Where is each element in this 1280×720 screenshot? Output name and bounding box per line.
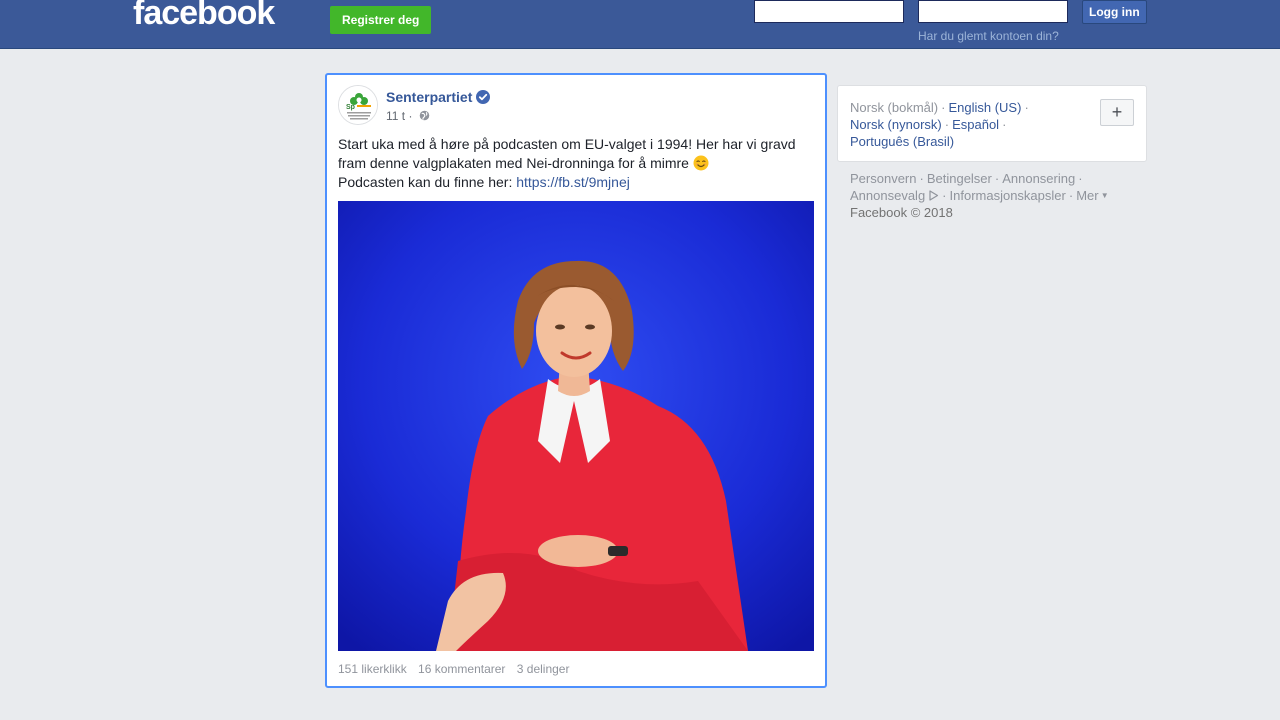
campaign-poster-image [338,201,814,651]
language-selector: Norsk (bokmål) · English (US) · Norsk (nyno… [837,85,1147,162]
engagement-stats: 151 likerklikk 16 kommentarer 3 delinger [338,662,577,676]
footer-link-ad-choices[interactable]: Annonsevalg [850,188,925,203]
language-current: Norsk (bokmål) [850,100,939,115]
globe-icon[interactable] [419,110,430,121]
podcast-link[interactable]: https://fb.st/9mjnej [516,174,630,190]
post-author-name[interactable]: Senterpartiet [386,89,472,105]
language-list: Norsk (bokmål) · English (US) · Norsk (nyno… [850,99,1080,150]
password-input[interactable] [918,0,1068,23]
footer-link-privacy[interactable]: Personvern [850,171,916,186]
forgot-account-link[interactable]: Har du glemt kontoen din? [918,29,1059,43]
meta-separator: · [405,109,416,123]
footer-links: Personvern · Betingelser · Annonsering · Anno… [850,170,1140,221]
podcast-text: Podcasten kan du finne her: [338,174,517,190]
smiling-face-emoji-icon [693,155,709,171]
separator: · [1002,117,1007,132]
verified-badge-icon [476,90,490,104]
facebook-logo[interactable]: facebook [133,0,275,33]
post-card: Sp Senterpartiet 11 t · Start uka med å … [325,73,827,688]
separator: · [941,100,946,115]
separator: · [919,171,924,186]
caret-down-icon[interactable]: ▼ [1099,191,1109,200]
post-timestamp[interactable]: 11 t [386,109,405,123]
senterpartiet-logo-icon: Sp [339,86,377,124]
svg-text:Sp: Sp [346,104,355,111]
post-text: Start uka med å høre på podcasten om EU-… [338,135,818,192]
likes-count[interactable]: 151 likerklikk [338,662,407,676]
footer-link-more[interactable]: Mer [1076,188,1098,203]
language-english-us[interactable]: English (US) [948,100,1021,115]
language-espanol[interactable]: Español [952,117,999,132]
language-portugues-brasil[interactable]: Português (Brasil) [850,134,954,149]
separator: · [1024,100,1029,115]
separator: · [994,171,1000,186]
register-button[interactable]: Registrer deg [330,6,432,34]
email-input[interactable] [754,0,904,23]
footer-link-terms[interactable]: Betingelser [927,171,992,186]
post-meta: 11 t · [386,109,430,123]
separator: · [1078,171,1083,186]
ad-choices-icon[interactable] [928,190,939,201]
add-language-button[interactable]: + [1100,99,1134,126]
copyright-text: Facebook © 2018 [850,205,953,220]
separator: · [944,117,950,132]
top-navigation-bar: facebook Registrer deg Logg inn Har du g… [0,0,1280,49]
post-text-body: Start uka med å høre på podcasten om EU-… [338,136,796,171]
shares-count[interactable]: 3 delinger [517,662,570,676]
separator: · [1068,188,1074,203]
post-photo[interactable] [338,201,814,651]
footer-link-advertising[interactable]: Annonsering [1002,171,1075,186]
login-button[interactable]: Logg inn [1082,0,1147,24]
footer-link-cookies[interactable]: Informasjonskapsler [950,188,1066,203]
comments-count[interactable]: 16 kommentarer [418,662,505,676]
separator: · [942,188,947,203]
language-norsk-nynorsk[interactable]: Norsk (nynorsk) [850,117,942,132]
page-avatar[interactable]: Sp [338,85,378,125]
